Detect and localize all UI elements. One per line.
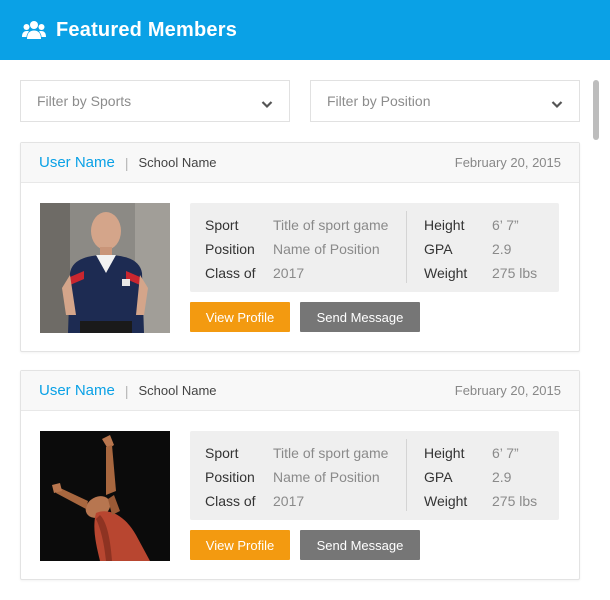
weight-label: Weight xyxy=(424,493,468,509)
view-profile-button[interactable]: View Profile xyxy=(190,530,290,560)
weight-label: Weight xyxy=(424,265,468,281)
sports-filter-select[interactable]: Filter by Sports xyxy=(20,80,290,122)
member-card: User Name | School Name February 20, 201… xyxy=(20,142,580,352)
member-card-header: User Name | School Name February 20, 201… xyxy=(21,143,579,183)
school-name: School Name xyxy=(138,383,217,398)
school-name: School Name xyxy=(138,155,217,170)
position-value: Name of Position xyxy=(273,241,380,257)
separator: | xyxy=(124,382,129,399)
chevron-down-icon xyxy=(261,96,273,109)
position-filter-placeholder: Filter by Position xyxy=(327,93,431,109)
height-label: Height xyxy=(424,445,465,461)
users-icon xyxy=(22,18,46,42)
widget-title: Featured Members xyxy=(56,18,238,41)
divider xyxy=(406,439,407,511)
user-name-link[interactable]: User Name xyxy=(39,382,115,399)
filter-bar: Filter by Sports Filter by Position xyxy=(20,80,580,122)
class-value: 2017 xyxy=(273,493,305,509)
sports-filter-placeholder: Filter by Sports xyxy=(37,93,132,109)
weight-value: 275 lbs xyxy=(492,265,538,281)
gpa-value: 2.9 xyxy=(492,241,512,257)
chevron-down-icon xyxy=(551,96,563,109)
class-value: 2017 xyxy=(273,265,305,281)
height-label: Height xyxy=(424,217,465,233)
widget-header: Featured Members xyxy=(0,0,610,60)
height-value: 6’ 7” xyxy=(492,445,519,461)
gpa-label: GPA xyxy=(424,241,453,257)
member-info-panel: Sport Title of sport game Position Name … xyxy=(190,203,559,292)
separator: | xyxy=(124,154,129,171)
sport-label: Sport xyxy=(205,445,239,461)
scrollbar-thumb[interactable] xyxy=(593,80,599,140)
send-message-button[interactable]: Send Message xyxy=(300,530,420,560)
sport-value: Title of sport game xyxy=(273,445,389,461)
send-message-button[interactable]: Send Message xyxy=(300,302,420,332)
member-date: February 20, 2015 xyxy=(454,155,561,170)
member-photo[interactable] xyxy=(40,203,170,333)
view-profile-button[interactable]: View Profile xyxy=(190,302,290,332)
member-card-header: User Name | School Name February 20, 201… xyxy=(21,371,579,411)
sport-value: Title of sport game xyxy=(273,217,389,233)
user-name-link[interactable]: User Name xyxy=(39,154,115,171)
member-photo[interactable] xyxy=(40,431,170,561)
member-date: February 20, 2015 xyxy=(454,383,561,398)
position-label: Position xyxy=(205,469,255,485)
height-value: 6’ 7” xyxy=(492,217,519,233)
member-card: User Name | School Name February 20, 201… xyxy=(20,370,580,580)
position-label: Position xyxy=(205,241,255,257)
weight-value: 275 lbs xyxy=(492,493,538,509)
gpa-label: GPA xyxy=(424,469,453,485)
class-label: Class of xyxy=(205,265,256,281)
position-filter-select[interactable]: Filter by Position xyxy=(310,80,580,122)
position-value: Name of Position xyxy=(273,469,380,485)
divider xyxy=(406,211,407,283)
gpa-value: 2.9 xyxy=(492,469,512,485)
sport-label: Sport xyxy=(205,217,239,233)
member-info-panel: Sport Title of sport game Position Name … xyxy=(190,431,559,520)
class-label: Class of xyxy=(205,493,256,509)
